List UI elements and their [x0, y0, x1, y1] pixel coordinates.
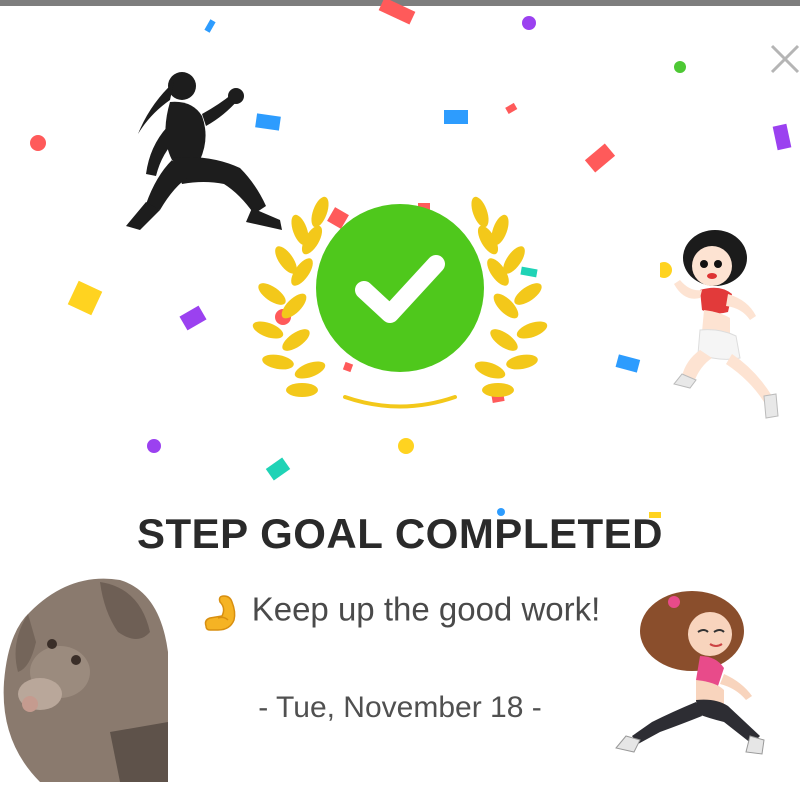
goal-date: - Tue, November 18 -	[258, 691, 542, 724]
encouragement-message: Keep up the good work!	[0, 590, 800, 634]
goal-title: STEP GOAL COMPLETED	[136, 510, 663, 557]
message-text: Keep up the good work!	[251, 590, 601, 628]
flexed-biceps-icon	[204, 595, 236, 631]
workout-woman-silhouette-sticker	[126, 72, 282, 230]
goal-check-badge-icon	[252, 196, 548, 409]
goal-completed-screen: STEP GOAL COMPLETED Keep up the good wor…	[0, 0, 800, 800]
cartoon-runner-sticker	[660, 230, 779, 419]
close-icon[interactable]	[766, 40, 800, 80]
